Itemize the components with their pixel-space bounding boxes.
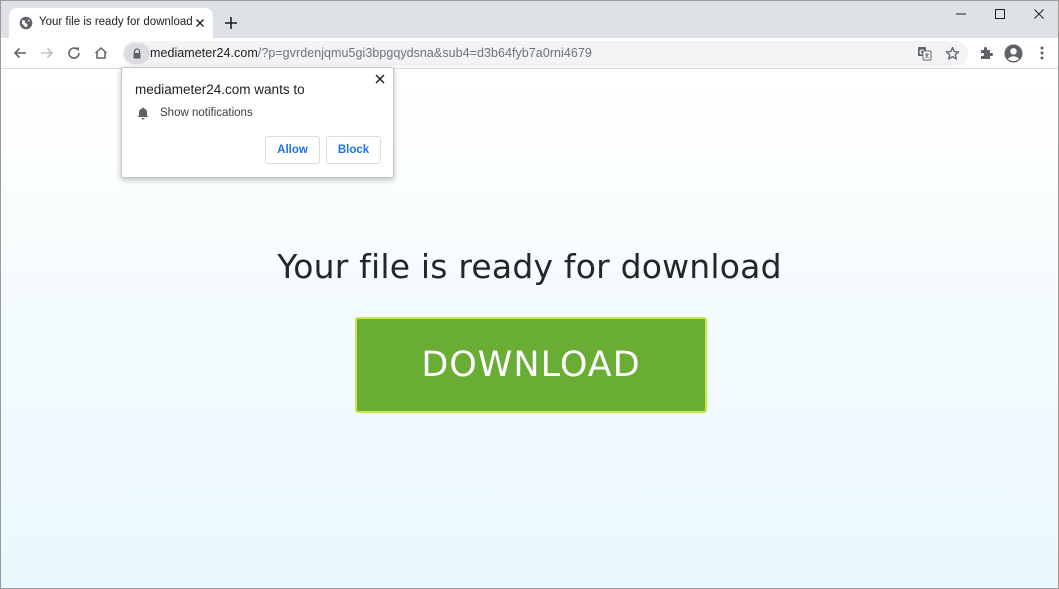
tab-title: Your file is ready for download [39,16,193,28]
account-icon[interactable] [1004,44,1023,63]
back-arrow-icon[interactable] [12,45,28,61]
notification-permission-popup: mediameter24.com wants to Show notificat… [121,67,394,178]
allow-button[interactable]: Allow [265,136,320,164]
minimize-icon[interactable] [954,7,968,21]
tab-strip: Your file is ready for download [1,1,1058,38]
popup-title: mediameter24.com wants to [135,82,305,97]
translate-icon[interactable]: G [917,46,932,61]
browser-window: Your file is ready for download mediamet… [0,0,1059,589]
lock-icon [133,48,141,59]
permission-label: Show notifications [160,107,253,119]
url-text: mediameter24.com/?p=gvrdenjqmu5gi3bpgqyd… [150,46,592,60]
browser-toolbar: mediameter24.com/?p=gvrdenjqmu5gi3bpgqyd… [1,38,1058,69]
download-button[interactable]: DOWNLOAD [355,317,707,413]
url-path: /?p=gvrdenjqmu5gi3bpgqydsna&sub4=d3b64fy… [257,46,592,60]
kebab-menu-icon[interactable] [1034,45,1050,61]
tab-active[interactable]: Your file is ready for download [9,8,213,38]
window-close-icon[interactable] [1032,7,1046,21]
block-button[interactable]: Block [326,136,381,164]
address-bar[interactable]: mediameter24.com/?p=gvrdenjqmu5gi3bpgqyd… [122,41,968,66]
bell-icon [137,107,149,120]
maximize-icon[interactable] [993,7,1007,21]
url-host: mediameter24.com [150,46,258,60]
puzzle-icon[interactable] [978,45,994,61]
star-icon[interactable] [945,46,960,61]
page-headline: Your file is ready for download [277,247,782,286]
plus-icon[interactable] [223,15,239,31]
close-icon[interactable] [374,73,386,85]
globe-icon [19,16,33,30]
home-icon[interactable] [93,45,109,61]
reload-icon[interactable] [66,45,82,61]
site-info-button[interactable] [124,43,150,64]
forward-arrow-icon[interactable] [39,45,55,61]
close-icon[interactable] [193,16,207,30]
